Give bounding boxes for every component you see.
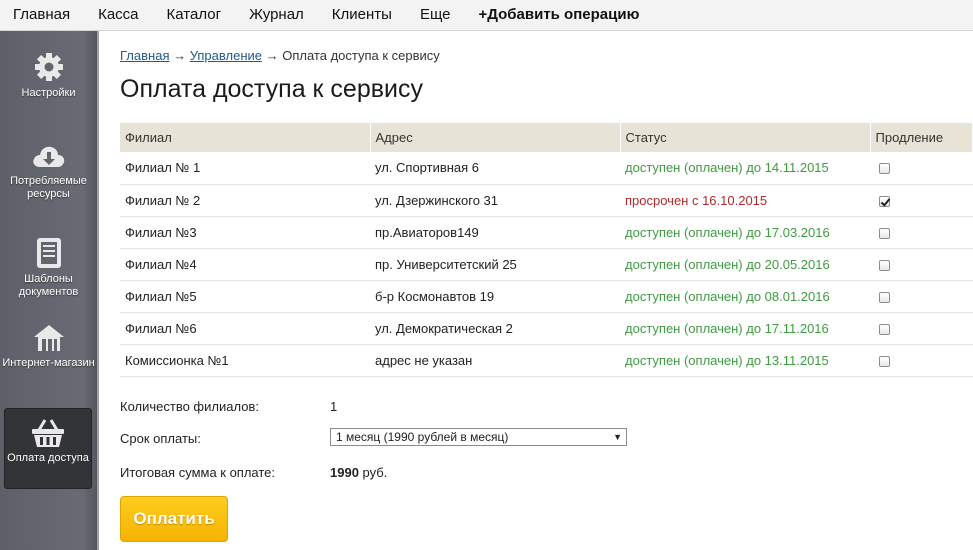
branch-cell: Филиал №6 [120,312,370,345]
sidebar-item-settings[interactable]: Настройки [0,51,97,100]
payment-term-selected-value: 1 месяц (1990 рублей в месяц) [336,430,509,444]
nav-journal[interactable]: Журнал [235,0,318,31]
nav-cashbox[interactable]: Касса [84,0,152,31]
dropdown-arrow-icon: ▼ [613,432,622,442]
sidebar: Настройки Потребляемые ресурсы Шаблоны д… [0,31,99,550]
house-icon [33,325,64,351]
total-value: 1990 руб. [330,465,387,480]
breadcrumb-current: Оплата доступа к сервису [282,48,440,63]
renewal-checkbox[interactable] [879,323,890,335]
renewal-cell [870,152,973,185]
status-cell: доступен (оплачен) до 08.01.2016 [620,280,870,313]
branch-cell: Филиал № 1 [120,152,370,185]
address-cell: ул. Дзержинского 31 [370,184,620,217]
sidebar-item-online-store[interactable]: Интернет-магазин [0,323,97,370]
breadcrumb-separator: → [262,48,283,63]
top-navigation: Главная Касса Каталог Журнал Клиенты Еще… [0,0,973,31]
sidebar-item-access-payment[interactable]: Оплата доступа [4,408,92,489]
renewal-cell [870,312,973,345]
renewal-cell [870,344,973,377]
nav-more[interactable]: Еще [406,0,465,31]
table-row: Филиал №6 ул. Демократическая 2 доступен (… [120,312,973,345]
nav-catalog[interactable]: Каталог [153,0,236,31]
renewal-cell [870,248,973,281]
address-cell: пр. Университетский 25 [370,248,620,281]
column-header-renewal[interactable]: Продление [870,123,973,152]
renewal-cell [870,184,973,217]
breadcrumb-separator: → [169,48,190,63]
sidebar-item-label: Интернет-магазин [2,357,95,369]
total-amount: 1990 [330,465,359,480]
branch-cell: Филиал №3 [120,216,370,249]
breadcrumb: Главная → Управление → Оплата доступа к … [120,48,440,63]
breadcrumb-home-link[interactable]: Главная [120,48,169,63]
branch-count-value: 1 [330,399,338,414]
branch-cell: Комиссионка №1 [120,344,370,377]
renewal-cell [870,280,973,313]
sidebar-item-label: Оплата доступа [7,452,89,464]
renewal-checkbox[interactable] [879,259,890,271]
pay-button[interactable]: Оплатить [120,496,228,542]
basket-icon [32,419,64,447]
add-operation-button[interactable]: +Добавить операцию [464,0,653,31]
address-cell: адрес не указан [370,344,620,377]
sidebar-item-templates[interactable]: Шаблоны документов [0,237,97,299]
renewal-checkbox[interactable] [879,355,890,367]
address-cell: ул. Спортивная 6 [370,152,620,185]
address-cell: б-р Космонавтов 19 [370,280,620,313]
table-header-row: Филиал Адрес Статус Продление [120,123,973,152]
sidebar-item-resources[interactable]: Потребляемые ресурсы [0,143,97,201]
table-row: Филиал №4 пр. Университетский 25 доступен … [120,248,973,281]
sidebar-item-label: Шаблоны документов [18,273,79,298]
total-currency: руб. [358,465,388,480]
branch-count-label: Количество филиалов: [120,399,259,414]
document-icon [36,238,61,268]
column-header-address[interactable]: Адрес [370,123,621,152]
branch-cell: Филиал №5 [120,280,370,313]
payment-term-row: Срок оплаты: 1 месяц (1990 рублей в меся… [120,428,627,446]
branch-count-row: Количество филиалов: 1 [120,399,337,414]
sidebar-item-label: Потребляемые ресурсы [10,175,87,200]
table-row: Комиссионка №1 адрес не указан доступен (о… [120,344,973,377]
address-cell: ул. Демократическая 2 [370,312,620,345]
renewal-cell [870,216,973,249]
gear-icon [34,53,63,81]
renewal-checkbox[interactable] [879,291,890,303]
status-cell: доступен (оплачен) до 14.11.2015 [620,152,870,185]
column-header-branch[interactable]: Филиал [120,123,371,152]
status-cell: доступен (оплачен) до 13.11.2015 [620,344,870,377]
address-cell: пр.Авиаторов149 [370,216,620,249]
page-title: Оплата доступа к сервису [120,75,423,103]
status-cell: доступен (оплачен) до 17.11.2016 [620,312,870,345]
table-row: Филиал №3 пр.Авиаторов149 доступен (оплаче… [120,216,973,249]
nav-home[interactable]: Главная [0,0,84,31]
table-row: Филиал № 1 ул. Спортивная 6 доступен (опла… [120,152,973,185]
sidebar-item-label: Настройки [21,87,76,99]
total-row: Итоговая сумма к оплате: 1990 руб. [120,465,387,480]
cloud-download-icon [32,146,64,167]
renewal-checkbox[interactable] [879,163,890,175]
renewal-checkbox[interactable] [879,227,890,239]
branches-table: Филиал Адрес Статус Продление Филиал № 1… [120,123,973,377]
renewal-checkbox[interactable] [879,195,890,207]
branch-cell: Филиал № 2 [120,184,370,217]
breadcrumb-management-link[interactable]: Управление [190,48,262,63]
table-row: Филиал № 2 ул. Дзержинского 31 просрочен с… [120,184,973,217]
column-header-status[interactable]: Статус [620,123,871,152]
total-label: Итоговая сумма к оплате: [120,465,276,480]
status-cell: просрочен с 16.10.2015 [620,184,870,217]
nav-clients[interactable]: Клиенты [318,0,406,31]
status-cell: доступен (оплачен) до 17.03.2016 [620,216,870,249]
payment-term-select[interactable]: 1 месяц (1990 рублей в месяц) ▼ [330,428,627,446]
table-row: Филиал №5 б-р Космонавтов 19 доступен (опл… [120,280,973,313]
status-cell: доступен (оплачен) до 20.05.2016 [620,248,870,281]
branch-cell: Филиал №4 [120,248,370,281]
payment-term-label: Срок оплаты: [120,431,201,446]
